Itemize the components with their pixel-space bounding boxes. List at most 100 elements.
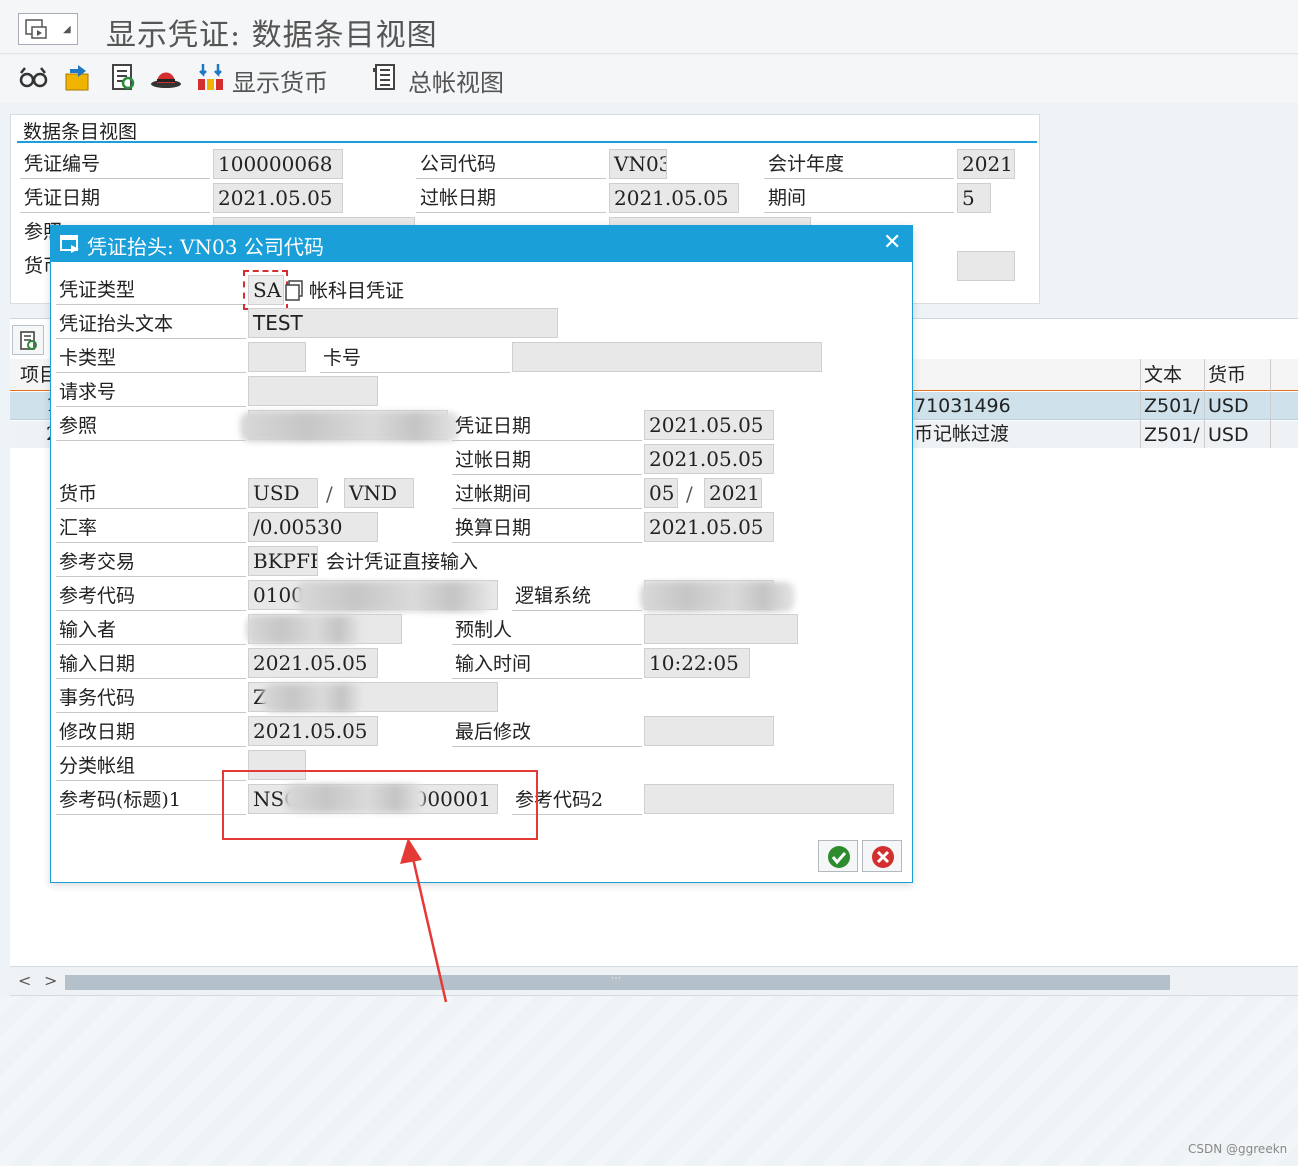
- dialog-title: 凭证抬头: VN03 公司代码: [87, 235, 324, 259]
- label-underline: [416, 178, 606, 179]
- doc-date-label: 凭证日期: [455, 415, 532, 437]
- period-field[interactable]: 5: [957, 183, 991, 213]
- changed-date-field[interactable]: 2021.05.05: [248, 716, 378, 746]
- label-underline: [56, 576, 246, 577]
- close-icon[interactable]: ✕: [883, 230, 901, 255]
- posting-date-label: 过帐日期: [420, 187, 497, 209]
- posting-period-field[interactable]: 05: [644, 478, 678, 508]
- entry-date-label: 输入日期: [59, 653, 136, 675]
- cancel-button[interactable]: [862, 840, 902, 872]
- entry-date-field[interactable]: 2021.05.05: [248, 648, 378, 678]
- label-underline: [512, 610, 642, 611]
- header-extra-field[interactable]: [957, 251, 1015, 281]
- document-menu-icon: [25, 19, 47, 39]
- ref-key2-field[interactable]: [644, 784, 894, 814]
- glasses-icon[interactable]: [18, 63, 48, 93]
- label-underline: [452, 746, 642, 747]
- fiscal-year-field[interactable]: 2021: [957, 149, 1015, 179]
- panel-title-underline: [17, 141, 1037, 143]
- gl-view-button[interactable]: 总帐视图: [408, 63, 504, 98]
- checkmark-icon: [828, 846, 850, 868]
- label-underline: [452, 440, 642, 441]
- header-text-label: 凭证抬头文本: [59, 313, 174, 335]
- display-details-icon: [20, 331, 37, 350]
- ref-transaction-label: 参考交易: [59, 551, 136, 573]
- parked-by-label: 预制人: [455, 619, 513, 641]
- ref-transaction-field[interactable]: BKPFF: [248, 546, 318, 576]
- card-number-field[interactable]: [512, 342, 822, 372]
- column-divider: [1270, 359, 1271, 449]
- horizontal-scrollbar[interactable]: < > ⋯: [10, 966, 1298, 996]
- posting-date-field[interactable]: 2021.05.05: [609, 183, 739, 213]
- entry-time-field[interactable]: 10:22:05: [644, 648, 750, 678]
- header-text-field[interactable]: TEST: [248, 308, 558, 338]
- window-title: 显示凭证: 数据条目视图: [106, 18, 438, 53]
- display-document-icon[interactable]: [108, 62, 138, 92]
- card-number-label: 卡号: [323, 347, 362, 369]
- doc-date-field[interactable]: 2021.05.05: [644, 410, 774, 440]
- scroll-left-icon[interactable]: <: [18, 971, 31, 990]
- doc-date-field[interactable]: 2021.05.05: [213, 183, 343, 213]
- ref-key1-label: 参考码(标题)1: [59, 789, 181, 811]
- doc-date-label: 凭证日期: [24, 187, 101, 209]
- highlight-annotation-box: [222, 770, 538, 840]
- label-underline: [452, 644, 642, 645]
- row-currency: USD: [1208, 424, 1249, 446]
- label-underline: [56, 814, 246, 815]
- label-underline: [56, 780, 246, 781]
- transfer-icon[interactable]: [64, 62, 94, 92]
- label-underline: [20, 212, 210, 213]
- company-code-field[interactable]: VN03: [609, 149, 667, 179]
- request-number-field[interactable]: [248, 376, 378, 406]
- label-underline: [56, 678, 246, 679]
- posting-year-field[interactable]: 2021: [704, 478, 762, 508]
- card-type-field[interactable]: [248, 342, 306, 372]
- entry-time-label: 输入时间: [455, 653, 532, 675]
- label-underline: [56, 338, 246, 339]
- grip-icon: ⋯: [611, 973, 621, 984]
- ledger-icon[interactable]: [372, 63, 400, 91]
- currency-field[interactable]: USD: [248, 478, 318, 508]
- label-underline: [452, 474, 642, 475]
- background-area: [0, 997, 1298, 1166]
- scroll-thumb[interactable]: ⋯: [65, 973, 1170, 990]
- copy-icon[interactable]: [285, 278, 307, 302]
- currency-icon[interactable]: [196, 62, 226, 92]
- company-code-label: 公司代码: [420, 153, 497, 175]
- scroll-right-icon[interactable]: >: [44, 971, 57, 990]
- translation-date-label: 换算日期: [455, 517, 532, 539]
- dropdown-icon: ◢: [63, 24, 71, 35]
- exchange-rate-field[interactable]: /0.00530: [248, 512, 378, 542]
- redacted-ref-key: [296, 582, 492, 612]
- label-underline: [320, 372, 510, 373]
- col-text-header: 文本: [1144, 364, 1183, 386]
- toolbar: 显示货币 总帐视图: [0, 55, 1298, 103]
- label-underline: [452, 678, 642, 679]
- system-menu-button[interactable]: ◢: [18, 13, 78, 45]
- translation-date-field[interactable]: 2021.05.05: [644, 512, 774, 542]
- redacted-reference: [240, 412, 460, 442]
- card-type-label: 卡类型: [59, 347, 117, 369]
- posting-date-field[interactable]: 2021.05.05: [644, 444, 774, 474]
- exchange-rate-label: 汇率: [59, 517, 98, 539]
- annotation-arrow: [400, 838, 448, 1003]
- fiscal-year-label: 会计年度: [768, 153, 845, 175]
- label-underline: [56, 304, 246, 305]
- label-underline: [56, 644, 246, 645]
- changed-date-label: 修改日期: [59, 721, 136, 743]
- hat-icon[interactable]: [150, 63, 182, 91]
- items-toolbar-button[interactable]: [12, 325, 44, 355]
- label-underline: [764, 212, 954, 213]
- parked-by-field[interactable]: [644, 614, 798, 644]
- label-underline: [56, 610, 246, 611]
- display-currency-button[interactable]: 显示货币: [232, 63, 328, 98]
- doc-number-field[interactable]: 100000068: [213, 149, 343, 179]
- row-currency: USD: [1208, 395, 1249, 417]
- label-underline: [416, 212, 606, 213]
- local-currency-field[interactable]: VND: [344, 478, 414, 508]
- last-change-field[interactable]: [644, 716, 774, 746]
- label-underline: [56, 712, 246, 713]
- label-underline: [56, 508, 246, 509]
- last-change-label: 最后修改: [455, 721, 532, 743]
- confirm-button[interactable]: [818, 840, 858, 872]
